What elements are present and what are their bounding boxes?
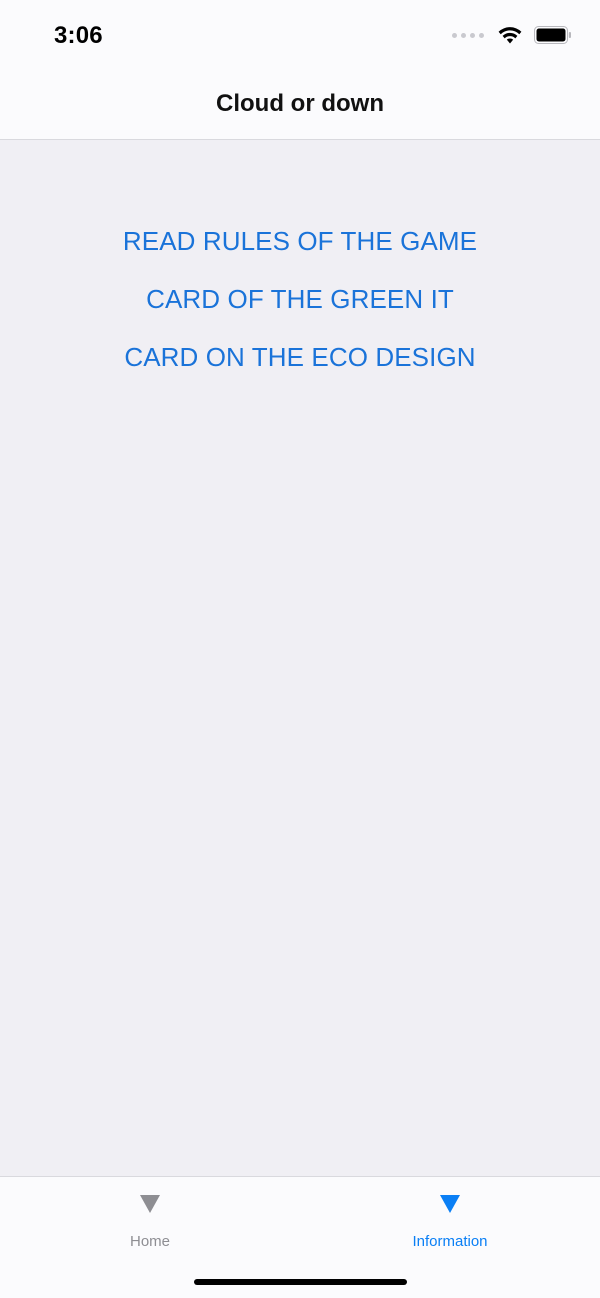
tab-information[interactable]: Information [300,1177,600,1267]
status-time: 3:06 [54,22,103,49]
main-content: READ RULES OF THE GAME CARD OF THE GREEN… [0,140,600,1176]
tab-home-label: Home [129,1233,170,1250]
tab-home[interactable]: Home [0,1177,300,1267]
tab-information-label: Information [412,1233,488,1250]
triangle-down-icon [140,1195,160,1213]
triangle-down-icon [440,1195,460,1213]
link-list: READ RULES OF THE GAME CARD OF THE GREEN… [0,212,600,386]
battery-icon [534,26,572,44]
page-title: Cloud or down [216,90,384,117]
signal-dots-icon [452,32,484,38]
green-it-card-link[interactable]: CARD OF THE GREEN IT [0,270,600,328]
read-rules-link[interactable]: READ RULES OF THE GAME [0,212,600,270]
home-indicator[interactable] [194,1279,407,1285]
wifi-icon [498,26,522,44]
status-icons [452,26,572,44]
top-bar: 3:06 Cloud or down [0,0,600,140]
eco-design-card-link[interactable]: CARD ON THE ECO DESIGN [0,328,600,386]
